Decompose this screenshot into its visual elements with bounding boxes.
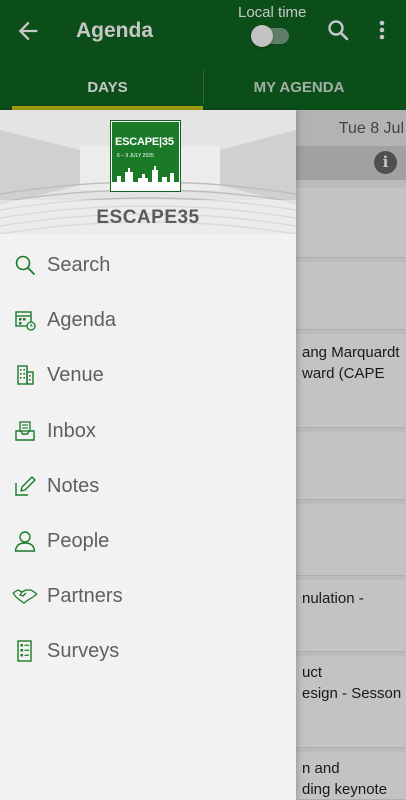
menu-item-label: Search [47, 254, 111, 277]
event-logo: ESCAPE|35 6 – 9 JULY 2025 [111, 121, 180, 191]
menu-item-label: Agenda [47, 309, 116, 332]
menu-item-label: Surveys [47, 640, 120, 663]
navigation-drawer: ESCAPE|35 6 – 9 JULY 2025 ESCAPE35 Searc… [0, 110, 296, 800]
menu-item-agenda[interactable]: Agenda [0, 293, 296, 348]
logo-text: ESCAPE|35 [115, 136, 174, 148]
menu-item-venue[interactable]: Venue [0, 348, 296, 403]
menu-item-search[interactable]: Search [0, 238, 296, 293]
drawer-header: ESCAPE|35 6 – 9 JULY 2025 ESCAPE35 [0, 110, 296, 234]
event-name: ESCAPE35 [96, 207, 200, 228]
menu-item-label: Partners [47, 585, 123, 608]
search-icon [15, 255, 35, 275]
menu-item-inbox[interactable]: Inbox [0, 404, 296, 459]
menu-item-label: Notes [47, 474, 100, 497]
person-icon [14, 531, 36, 552]
pencil-icon [15, 476, 36, 496]
inbox-icon [15, 420, 35, 441]
building-icon [17, 365, 34, 386]
checklist-icon [17, 640, 32, 663]
logo-dates: 6 – 9 JULY 2025 [117, 153, 154, 159]
menu-item-people[interactable]: People [0, 514, 296, 569]
drawer-menu: Search Agenda Venue Inbox Notes People P… [0, 238, 296, 680]
menu-item-notes[interactable]: Notes [0, 459, 296, 514]
menu-item-label: Inbox [47, 419, 96, 442]
menu-item-partners[interactable]: Partners [0, 569, 296, 624]
skyline-graphic [112, 166, 179, 190]
calendar-icon [15, 311, 36, 331]
handshake-icon [12, 589, 38, 604]
menu-item-label: People [47, 530, 110, 553]
menu-item-label: Venue [47, 364, 104, 387]
menu-item-surveys[interactable]: Surveys [0, 624, 296, 679]
